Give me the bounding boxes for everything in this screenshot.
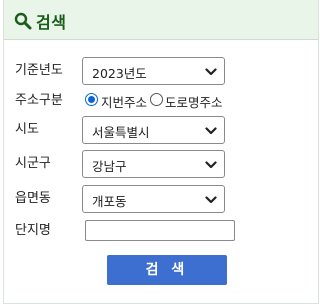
complex-name-input[interactable] — [85, 220, 235, 241]
address-type-label: 주소구분 — [15, 93, 63, 108]
road-address-radio[interactable] — [150, 93, 163, 106]
lot-address-label[interactable]: 지번주소 — [101, 92, 147, 111]
base-year-value: 2023년도 — [92, 66, 147, 81]
lot-address-radio[interactable] — [85, 93, 98, 106]
base-year-label: 기준년도 — [15, 63, 63, 78]
chevron-down-icon — [205, 68, 217, 76]
complex-name-label: 단지명 — [15, 223, 51, 238]
town-label: 읍면동 — [15, 191, 51, 206]
search-button[interactable]: 검 색 — [107, 255, 227, 285]
panel-title: 검색 — [36, 13, 67, 32]
chevron-down-icon — [205, 196, 217, 204]
district-select[interactable]: 강남구 — [82, 150, 225, 178]
search-icon — [14, 12, 32, 30]
chevron-down-icon — [205, 127, 217, 135]
district-label: 시군구 — [15, 156, 51, 171]
chevron-down-icon — [205, 161, 217, 169]
city-label: 시도 — [15, 122, 39, 137]
base-year-select[interactable]: 2023년도 — [82, 57, 225, 85]
city-select[interactable]: 서울특별시 — [82, 116, 225, 144]
district-value: 강남구 — [92, 159, 127, 174]
road-address-label[interactable]: 도로명주소 — [165, 92, 223, 111]
search-panel: 검색 기준년도 2023년도 주소구분 지번주소 도로명주소 시도 서울특별시 … — [3, 0, 319, 304]
town-select[interactable]: 개포동 — [82, 185, 225, 213]
panel-header: 검색 — [4, 0, 318, 40]
town-value: 개포동 — [92, 194, 127, 209]
city-value: 서울특별시 — [92, 125, 150, 140]
